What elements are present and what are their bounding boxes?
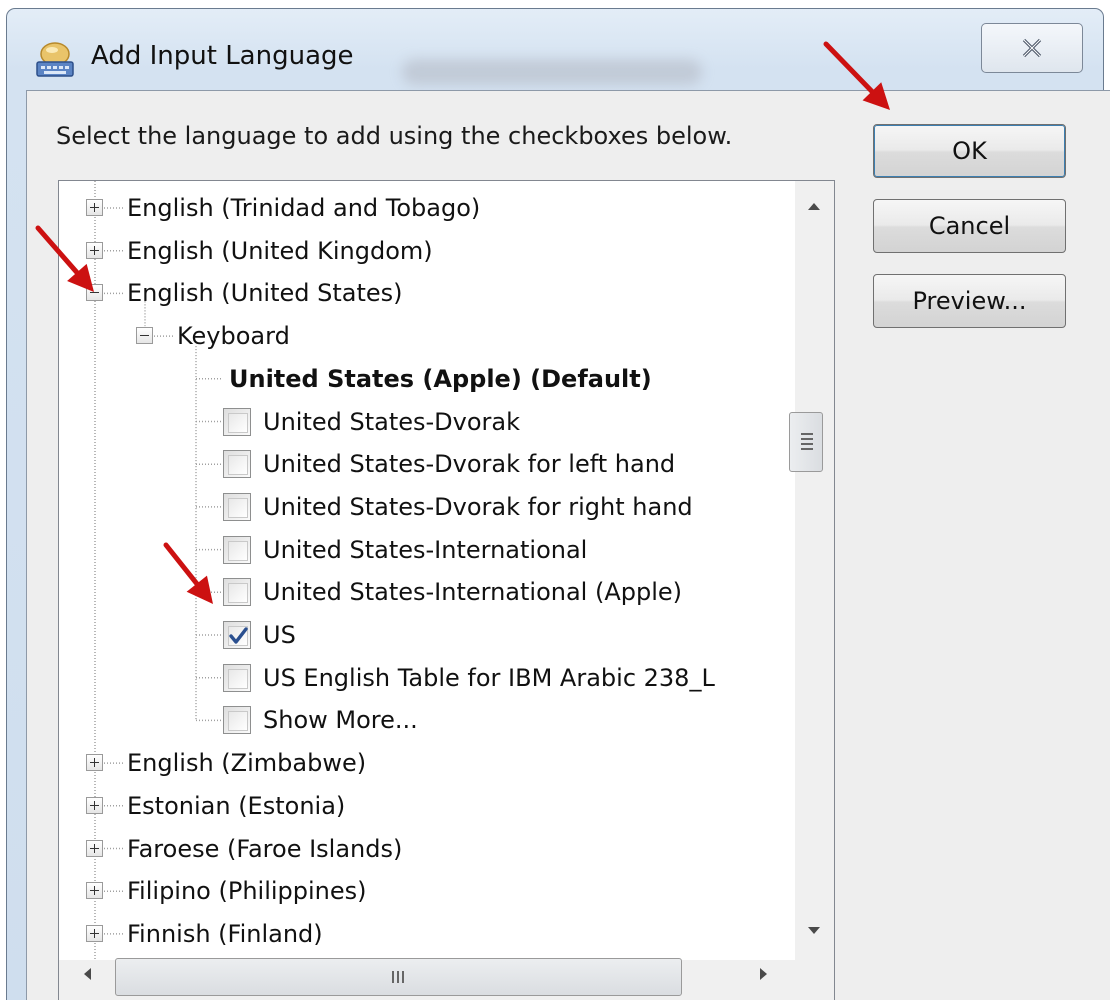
checkbox[interactable] bbox=[223, 450, 251, 479]
tree-item[interactable]: Faroese (Faroe Islands) bbox=[59, 829, 789, 869]
checkmark-icon bbox=[229, 627, 248, 644]
tree-item[interactable]: Finnish (Finland) bbox=[59, 914, 789, 954]
tree-item-label: English (Trinidad and Tobago) bbox=[127, 194, 481, 222]
tree-item-label: Show More... bbox=[263, 706, 418, 735]
tree-item-label: Keyboard bbox=[177, 322, 290, 351]
blurred-background-title bbox=[402, 59, 702, 85]
tree-item[interactable]: English (Zimbabwe) bbox=[59, 743, 789, 783]
close-icon bbox=[1022, 38, 1042, 58]
expand-plus-icon[interactable] bbox=[86, 796, 103, 814]
tree-item[interactable]: United States-Dvorak for right hand bbox=[59, 487, 789, 527]
tree-item-label: Filipino (Philippines) bbox=[127, 877, 367, 906]
tree-item[interactable]: United States-Dvorak bbox=[59, 402, 789, 442]
tree-item-label: United States-Dvorak for right hand bbox=[263, 492, 693, 521]
collapse-minus-icon[interactable] bbox=[86, 284, 103, 302]
tree-item[interactable]: English (United Kingdom) bbox=[59, 231, 789, 271]
expand-plus-icon[interactable] bbox=[86, 839, 103, 857]
instruction-text: Select the language to add using the che… bbox=[56, 122, 733, 150]
tree-item-label: US English Table for IBM Arabic 238_L bbox=[263, 663, 715, 692]
grip-icon bbox=[392, 971, 406, 983]
dialog-title: Add Input Language bbox=[91, 41, 354, 71]
tree-item[interactable]: United States-International bbox=[59, 530, 789, 570]
horizontal-scrollbar-thumb[interactable] bbox=[115, 958, 682, 996]
scroll-up-arrow-icon[interactable] bbox=[808, 203, 820, 210]
tree-item-label: US bbox=[263, 621, 296, 649]
tree-item[interactable]: United States (Apple) (Default) bbox=[59, 359, 789, 399]
vertical-scrollbar[interactable] bbox=[795, 181, 834, 960]
tree-item[interactable]: Estonian (Estonia) bbox=[59, 786, 789, 826]
tree-item[interactable]: Show More... bbox=[59, 700, 789, 740]
tree-item[interactable]: United States-Dvorak for left hand bbox=[59, 444, 789, 484]
tree-item-label: United States-International (Apple) bbox=[263, 578, 683, 607]
tree-item-label: Estonian (Estonia) bbox=[127, 791, 346, 820]
tree-item-label: United States-Dvorak bbox=[263, 407, 521, 436]
expand-plus-icon[interactable] bbox=[86, 199, 103, 216]
tree-item-label: English (Zimbabwe) bbox=[127, 749, 367, 778]
expand-plus-icon[interactable] bbox=[86, 924, 103, 942]
tree-item-label: United States (Apple) (Default) bbox=[229, 364, 652, 393]
tree-item[interactable]: US English Table for IBM Arabic 238_L bbox=[59, 658, 789, 698]
keyboard-language-icon bbox=[36, 42, 74, 77]
tree-item[interactable]: United States-International (Apple) bbox=[59, 572, 789, 612]
collapse-minus-icon[interactable] bbox=[136, 327, 153, 345]
expand-plus-icon[interactable] bbox=[86, 754, 103, 772]
scroll-down-arrow-icon[interactable] bbox=[808, 927, 820, 934]
tree-item[interactable]: Keyboard bbox=[59, 316, 789, 356]
grip-icon bbox=[801, 433, 813, 451]
tree-item-label: United States-International bbox=[263, 535, 588, 564]
scroll-right-arrow-icon[interactable] bbox=[760, 968, 767, 980]
tree-item-label: English (United States) bbox=[127, 279, 403, 308]
checkbox[interactable] bbox=[223, 663, 251, 692]
vertical-scrollbar-thumb[interactable] bbox=[789, 412, 823, 472]
expand-plus-icon[interactable] bbox=[86, 882, 103, 900]
checkbox[interactable] bbox=[223, 578, 251, 607]
tree-item-label: English (United Kingdom) bbox=[127, 236, 433, 265]
language-tree-view[interactable]: English (Trinidad and Tobago) English (Un… bbox=[58, 180, 835, 1000]
tree-item-label: United States-Dvorak for left hand bbox=[263, 450, 676, 479]
expand-plus-icon[interactable] bbox=[86, 241, 103, 259]
checkbox[interactable] bbox=[223, 706, 251, 735]
checkbox[interactable] bbox=[223, 621, 251, 649]
tree-item[interactable]: US bbox=[59, 615, 789, 655]
cancel-button[interactable]: Cancel bbox=[873, 199, 1066, 253]
close-button[interactable] bbox=[981, 23, 1083, 73]
checkbox[interactable] bbox=[223, 535, 251, 564]
checkbox[interactable] bbox=[223, 492, 251, 521]
tree-item-label: Finnish (Finland) bbox=[127, 919, 323, 948]
tree-item[interactable]: English (United States) bbox=[59, 273, 789, 313]
tree-item[interactable]: English (Trinidad and Tobago) bbox=[59, 188, 789, 228]
tree-item-label: Faroese (Faroe Islands) bbox=[127, 834, 403, 863]
tree-item[interactable]: Filipino (Philippines) bbox=[59, 871, 789, 911]
ok-button[interactable]: OK bbox=[873, 124, 1066, 178]
scroll-left-arrow-icon[interactable] bbox=[84, 968, 91, 980]
preview-button[interactable]: Preview... bbox=[873, 274, 1066, 328]
checkbox[interactable] bbox=[223, 407, 251, 436]
